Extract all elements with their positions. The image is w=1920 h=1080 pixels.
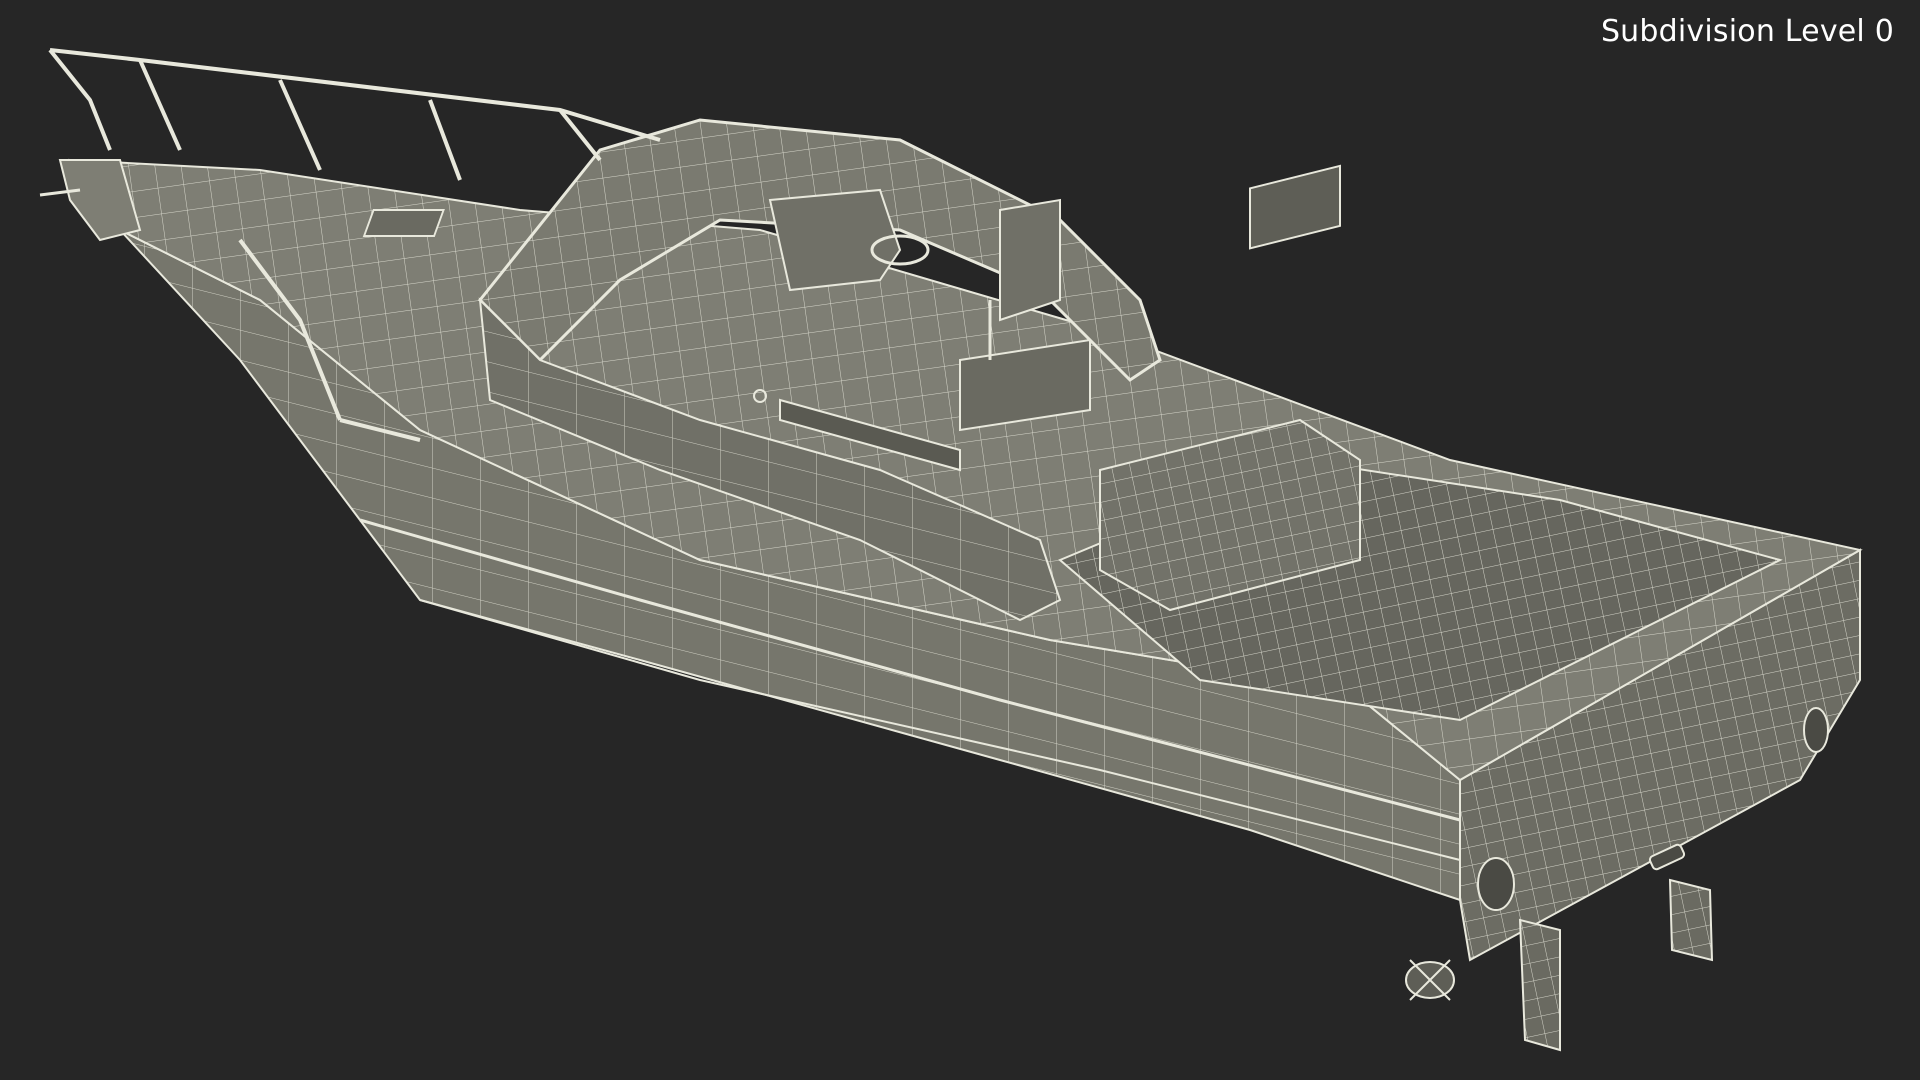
bow-hatch <box>362 209 445 237</box>
subdivision-level-label: Subdivision Level 0 <box>1600 14 1894 49</box>
viewport[interactable]: Subdivision Level 0 <box>0 0 1920 1080</box>
boat-wireframe-icon[interactable] <box>0 0 1920 1080</box>
